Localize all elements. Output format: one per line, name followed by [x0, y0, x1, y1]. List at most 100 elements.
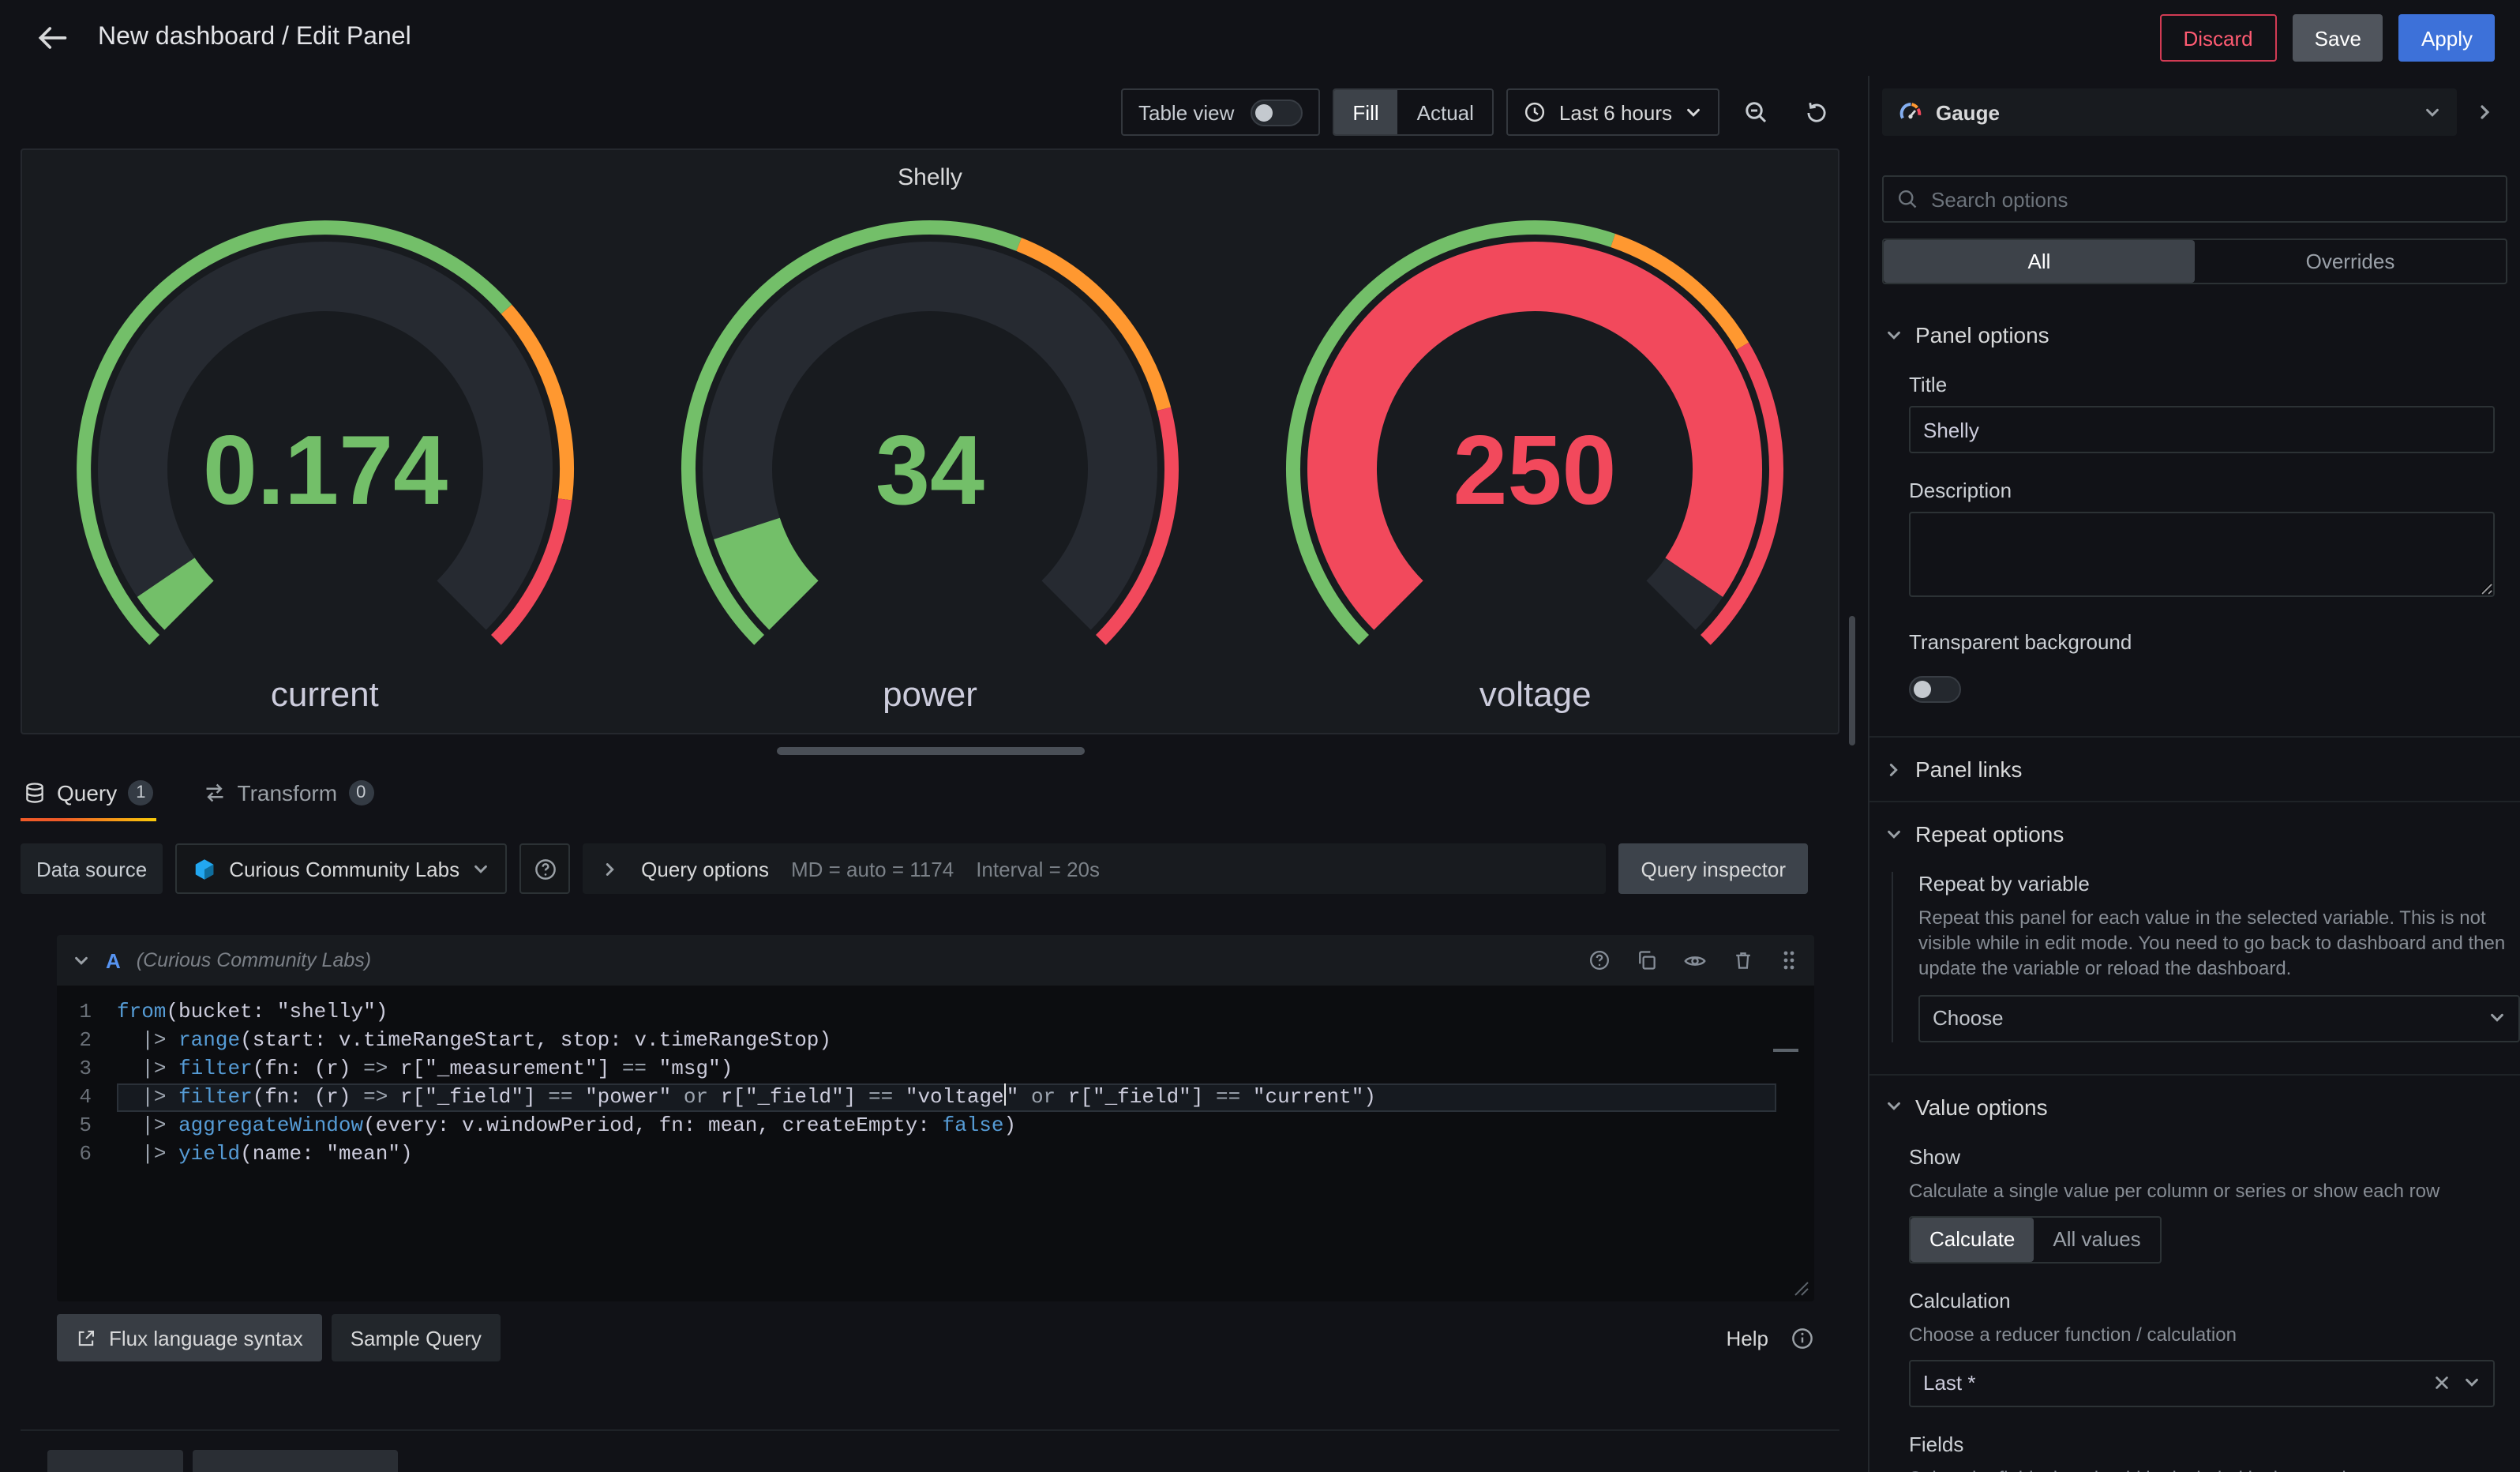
editor-tabs: Query 1 Transform 0	[21, 771, 1839, 821]
search-options-box	[1882, 175, 2507, 223]
tab-all[interactable]: All	[1884, 240, 2195, 283]
discard-button[interactable]: Discard	[2160, 14, 2277, 62]
visualization-name: Gauge	[1936, 100, 2000, 124]
time-range-picker[interactable]: Last 6 hours	[1507, 88, 1719, 136]
datasource-row: Data source Curious Community Labs	[21, 843, 1808, 894]
query-inspector-button[interactable]: Query inspector	[1618, 843, 1808, 894]
info-circle-icon[interactable]	[1791, 1326, 1814, 1350]
code-line[interactable]: 6 |> yield(name: "mean")	[57, 1140, 1814, 1169]
visualization-picker[interactable]: Gauge	[1882, 88, 2457, 136]
calculate-option[interactable]: Calculate	[1911, 1218, 2034, 1262]
clock-icon	[1524, 101, 1547, 123]
show-mode-group: Calculate All values	[1909, 1216, 2162, 1264]
help-label[interactable]: Help	[1727, 1326, 1769, 1350]
gauge-panel[interactable]: Shelly 0.174 current 34 power 250 voltag…	[21, 148, 1839, 734]
chevron-right-icon	[602, 860, 619, 877]
panel-links-header[interactable]: Panel links	[1869, 738, 2520, 801]
bottom-toolbar-button[interactable]	[193, 1450, 398, 1472]
code-line[interactable]: 5 |> aggregateWindow(every: v.windowPeri…	[57, 1112, 1814, 1140]
hide-response-eye-icon[interactable]	[1683, 948, 1707, 972]
refresh-icon	[1804, 100, 1828, 124]
line-number: 1	[57, 998, 117, 1027]
search-options-input[interactable]	[1931, 187, 2493, 211]
help-icon[interactable]	[1588, 949, 1611, 971]
chevron-down-icon	[2463, 1375, 2481, 1392]
apply-button[interactable]: Apply	[2399, 14, 2495, 62]
all-values-option[interactable]: All values	[2034, 1218, 2159, 1262]
fields-label: Fields	[1909, 1433, 2495, 1456]
query-options-label: Query options	[641, 857, 769, 881]
repeat-variable-select[interactable]: Choose	[1918, 994, 2520, 1042]
clear-icon[interactable]	[2433, 1375, 2451, 1392]
panel-options-header[interactable]: Panel options	[1869, 303, 2520, 366]
refresh-button[interactable]	[1792, 88, 1839, 136]
question-circle-icon	[533, 857, 557, 881]
main-scrollbar-thumb[interactable]	[1849, 616, 1855, 745]
section-value-options: Value options Show Calculate a single va…	[1869, 1073, 2520, 1472]
calculation-select[interactable]: Last *	[1909, 1360, 2495, 1407]
query-options-toggle[interactable]: Query options MD = auto = 1174 Interval …	[583, 843, 1606, 894]
time-range-label: Last 6 hours	[1559, 100, 1672, 124]
edit-panel-main-area: Table view Fill Actual Last 6 hours	[0, 76, 1860, 1472]
query-row-header[interactable]: A (Curious Community Labs)	[57, 935, 1814, 986]
line-number: 3	[57, 1055, 117, 1083]
editor-resize-grip[interactable]	[1792, 1279, 1809, 1297]
collapse-options-pane-button[interactable]	[2463, 88, 2507, 136]
repeat-by-variable-description: Repeat this panel for each value in the …	[1918, 905, 2520, 982]
actual-button[interactable]: Actual	[1398, 90, 1493, 134]
section-panel-links: Panel links	[1869, 736, 2520, 801]
show-label: Show	[1909, 1144, 2495, 1168]
tab-transform[interactable]: Transform 0	[201, 771, 377, 821]
line-number: 4	[57, 1083, 117, 1112]
table-view-label: Table view	[1138, 100, 1234, 124]
query-ref-id: A	[106, 948, 121, 972]
transparent-background-label: Transparent background	[1909, 630, 2495, 654]
gauge-value: 250	[1453, 416, 1617, 525]
code-line[interactable]: 4 |> filter(fn: (r) => r["_field"] == "p…	[57, 1083, 1814, 1112]
panel-options-body: Title Description Transparent background	[1869, 373, 2520, 736]
save-button[interactable]: Save	[2293, 14, 2383, 62]
panel-description-textarea[interactable]	[1909, 512, 2495, 597]
delete-query-trash-icon[interactable]	[1732, 949, 1754, 971]
chevron-down-icon	[472, 860, 489, 877]
duplicate-query-icon[interactable]	[1636, 949, 1658, 971]
options-list: Panel options Title Description Transpar…	[1869, 284, 2520, 1472]
code-line[interactable]: 2 |> range(start: v.timeRangeStart, stop…	[57, 1027, 1814, 1055]
transform-count-badge: 0	[348, 780, 373, 805]
gauge-chart: 0.174	[40, 197, 609, 671]
drag-handle-icon[interactable]	[1779, 949, 1798, 971]
editor-scroll-indicator	[1773, 1049, 1798, 1052]
transform-icon	[204, 782, 227, 804]
fill-button[interactable]: Fill	[1333, 90, 1397, 134]
show-description: Calculate a single value per column or s…	[1909, 1177, 2495, 1203]
bottom-toolbar-button[interactable]	[47, 1450, 183, 1472]
sample-query-button[interactable]: Sample Query	[332, 1314, 501, 1361]
bottom-toolbar	[21, 1429, 1839, 1472]
panel-title-input[interactable]	[1909, 406, 2495, 453]
repeat-options-header[interactable]: Repeat options	[1869, 802, 2520, 866]
value-options-header[interactable]: Value options	[1869, 1075, 2520, 1138]
search-icon	[1896, 188, 1918, 210]
code-line[interactable]: 1from(bucket: "shelly")	[57, 998, 1814, 1027]
query-editor-footer: Flux language syntax Sample Query Help	[57, 1314, 1814, 1361]
top-bar-actions: Discard Save Apply	[2160, 14, 2496, 62]
tab-overrides[interactable]: Overrides	[2195, 240, 2506, 283]
code-line[interactable]: 3 |> filter(fn: (r) => r["_measurement"]…	[57, 1055, 1814, 1083]
datasource-picker[interactable]: Curious Community Labs	[175, 843, 507, 894]
code-editor[interactable]: 1from(bucket: "shelly")2 |> range(start:…	[57, 986, 1814, 1301]
table-view-toggle[interactable]	[1250, 99, 1302, 126]
transparent-background-toggle[interactable]	[1909, 676, 1961, 703]
zoom-out-button[interactable]	[1732, 88, 1779, 136]
top-bar: New dashboard / Edit Panel Discard Save …	[0, 0, 2520, 76]
gauge-value: 34	[876, 416, 984, 525]
tab-query[interactable]: Query 1	[21, 771, 157, 821]
back-button[interactable]	[25, 11, 79, 65]
gauge: 0.174 current	[22, 197, 628, 715]
options-filter-tabs: All Overrides	[1882, 238, 2507, 284]
flux-syntax-button[interactable]: Flux language syntax	[57, 1314, 322, 1361]
chevron-down-icon	[2424, 103, 2441, 121]
line-number: 5	[57, 1112, 117, 1140]
interval-value: Interval = 20s	[976, 857, 1100, 881]
panel-resize-handle[interactable]	[776, 747, 1084, 755]
datasource-help-button[interactable]	[519, 843, 570, 894]
